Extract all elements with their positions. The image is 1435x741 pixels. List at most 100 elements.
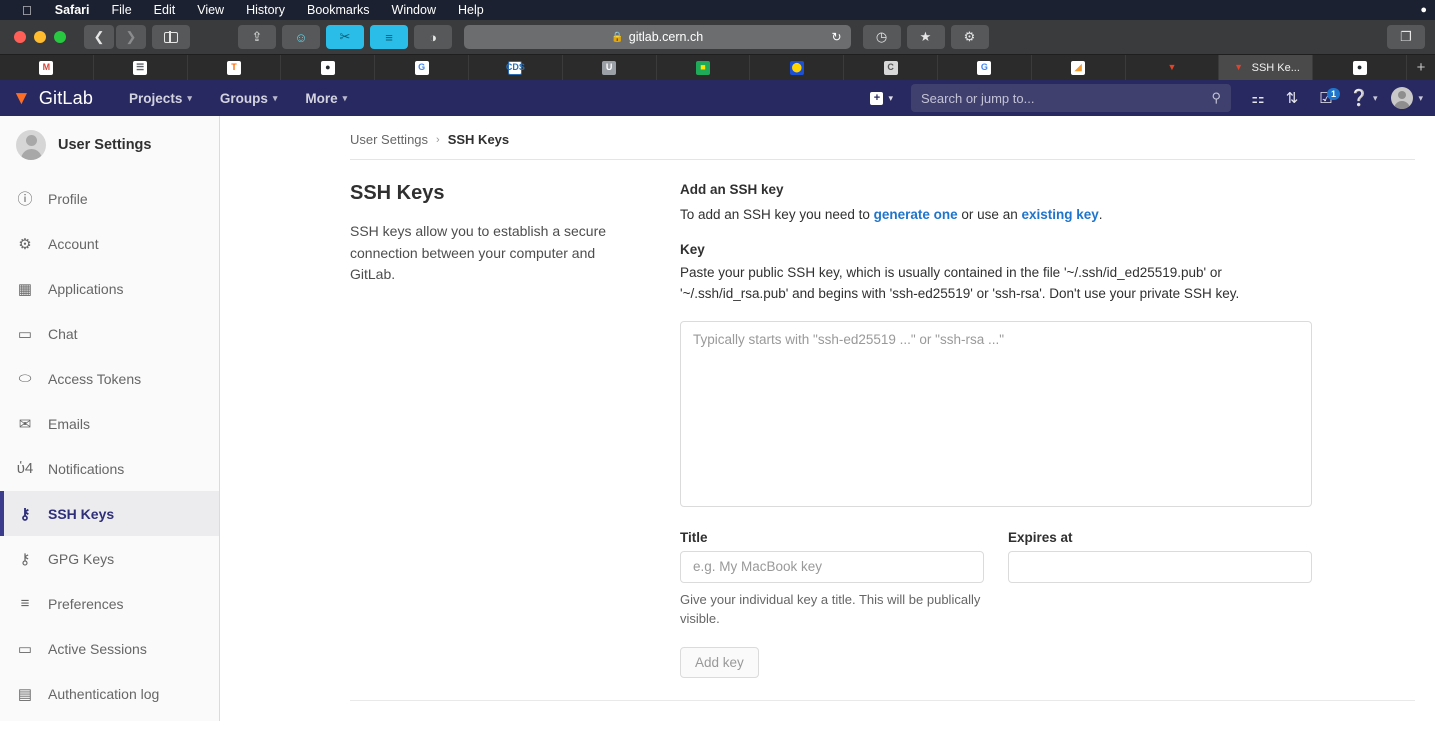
generate-one-link[interactable]: generate one — [874, 207, 958, 222]
back-button[interactable]: ❮ — [84, 25, 114, 49]
c-icon: C — [883, 60, 898, 75]
maximize-window-button[interactable] — [54, 31, 66, 43]
user-menu-dropdown[interactable]: ▾ — [1385, 87, 1423, 109]
monitor-icon: ▭ — [17, 640, 33, 658]
todos-count-badge: 1 — [1327, 88, 1341, 100]
sidebar-item-active-sessions[interactable]: ▭ Active Sessions — [0, 626, 219, 671]
sidebar-item-emails[interactable]: ✉ Emails — [0, 401, 219, 446]
menu-item-help[interactable]: Help — [447, 3, 495, 17]
nav-projects-label: Projects — [129, 90, 183, 106]
browser-tab[interactable]: G — [938, 55, 1032, 80]
apple-icon[interactable]:  — [8, 4, 44, 17]
sidebar-item-label: Applications — [48, 280, 124, 297]
menu-item-safari[interactable]: Safari — [44, 3, 101, 17]
merge-requests-button[interactable]: ⇅ — [1277, 83, 1307, 113]
sidebar-item-preferences[interactable]: ≡ Preferences — [0, 581, 219, 626]
extension-button-2[interactable]: ≡ — [370, 25, 408, 49]
menu-item-history[interactable]: History — [235, 3, 296, 17]
section-divider — [350, 699, 1415, 701]
menu-item-view[interactable]: View — [186, 3, 235, 17]
settings-gear-button[interactable]: ⚙ — [950, 25, 989, 49]
ghostery-extension-button[interactable]: ☺ — [282, 25, 320, 49]
page-body: User Settings ⓘ Profile ⚙ Account ▦ Applicati… — [0, 116, 1435, 721]
breadcrumb-separator-icon: › — [436, 133, 440, 146]
sidebar-item-label: Access Tokens — [48, 370, 142, 387]
sidebar-item-notifications[interactable]: ὑ4 Notifications — [0, 446, 219, 491]
new-tab-button[interactable]: + — [1407, 55, 1435, 80]
status-icon[interactable]: ● — [1416, 4, 1431, 16]
sidebar-item-chat[interactable]: ▭ Chat — [0, 311, 219, 356]
title-input[interactable] — [680, 550, 984, 583]
nav-groups[interactable]: Groups ▾ — [206, 80, 292, 116]
todos-button[interactable]: ☑ 1 — [1311, 83, 1341, 113]
expires-field-label: Expires at — [1008, 529, 1073, 545]
sidebar-item-label: GPG Keys — [48, 550, 115, 567]
browser-tab[interactable]: CDS — [469, 55, 563, 80]
menu-item-window[interactable]: Window — [381, 3, 447, 17]
browser-tab[interactable]: ■ — [657, 55, 751, 80]
browser-tab[interactable]: M — [0, 55, 94, 80]
minimize-window-button[interactable] — [34, 31, 46, 43]
browser-tab[interactable]: T — [188, 55, 282, 80]
sidebar-item-authentication-log[interactable]: ▤ Authentication log — [0, 671, 219, 716]
help-dropdown[interactable]: ❔ ▾ — [1345, 88, 1381, 108]
chevron-down-icon: ▾ — [272, 92, 278, 103]
browser-tab[interactable]: U — [563, 55, 657, 80]
address-bar[interactable]: 🔒 gitlab.cern.ch ↻ — [464, 25, 851, 49]
search-input[interactable]: Search or jump to... ⚲ — [911, 84, 1232, 112]
settings-columns: SSH Keys SSH keys allow you to establish… — [220, 160, 1435, 678]
title-expires-row: Title Give your individual key a title. … — [680, 530, 1312, 629]
nav-more[interactable]: More ▾ — [291, 80, 361, 116]
menu-item-bookmarks[interactable]: Bookmarks — [296, 3, 381, 17]
browser-tab[interactable]: ◢ — [1032, 55, 1126, 80]
title-field-group: Title Give your individual key a title. … — [680, 530, 984, 629]
browser-tab[interactable]: ⬤ — [750, 55, 845, 80]
reader-contrast-button[interactable]: ◑ — [414, 25, 452, 49]
add-key-button[interactable]: Add key — [680, 646, 759, 678]
menu-item-edit[interactable]: Edit — [143, 3, 187, 17]
browser-tab[interactable]: ▼ — [1126, 55, 1220, 80]
sidebar-toggle-button[interactable] — [152, 25, 190, 49]
reload-icon[interactable]: ↻ — [831, 30, 841, 44]
extension-button-1[interactable]: ✂ — [326, 25, 364, 49]
sidebar-item-ssh-keys[interactable]: ⚷ SSH Keys — [0, 491, 219, 536]
share-button[interactable]: ⇪ — [238, 25, 276, 49]
macos-menu-bar:  Safari File Edit View History Bookmark… — [0, 0, 1435, 20]
ssh-key-textarea[interactable] — [680, 320, 1312, 507]
nav-projects[interactable]: Projects ▾ — [115, 80, 206, 116]
browser-tab[interactable]: ▼ SSH Ke... — [1219, 55, 1314, 80]
menu-item-file[interactable]: File — [101, 3, 143, 17]
sidebar-item-gpg-keys[interactable]: ⚷ GPG Keys — [0, 536, 219, 581]
forward-button[interactable]: ❯ — [116, 25, 146, 49]
browser-tab[interactable]: C — [844, 55, 938, 80]
breadcrumb-parent[interactable]: User Settings — [350, 132, 428, 147]
browser-tab[interactable]: G — [375, 55, 469, 80]
applications-grid-icon: ▦ — [17, 280, 33, 298]
expires-at-input[interactable] — [1008, 550, 1312, 583]
sidebar-item-access-tokens[interactable]: ⬭ Access Tokens — [0, 356, 219, 401]
gitlab-home-link[interactable]: ▼ GitLab — [12, 88, 93, 109]
navbar-right-group: + ▾ Search or jump to... ⚲ ⚏ ⇅ ☑ 1 ❔ ▾ ▾ — [864, 83, 1423, 113]
sidebar-item-usage-quotas[interactable]: ◔Usage Quotas — [0, 716, 219, 721]
cds-icon: CDS — [506, 60, 525, 75]
close-window-button[interactable] — [14, 31, 26, 43]
sidebar-item-applications[interactable]: ▦ Applications — [0, 266, 219, 311]
chat-bubble-icon: ▭ — [17, 325, 33, 343]
tab-overview-button[interactable]: ❐ — [1387, 25, 1425, 49]
browser-tab[interactable]: ● — [1313, 55, 1407, 80]
intro-prefix: To add an SSH key you need to — [680, 207, 874, 222]
sidebar-item-label: Emails — [48, 415, 91, 432]
browser-tab[interactable]: ● — [281, 55, 376, 80]
bookmarks-button[interactable]: ★ — [906, 25, 945, 49]
page-title: SSH Keys — [350, 182, 445, 204]
title-field-help: Give your individual key a title. This w… — [680, 591, 981, 627]
issues-button[interactable]: ⚏ — [1243, 83, 1273, 113]
sidebar-item-profile[interactable]: ⓘ Profile — [0, 176, 219, 221]
u-icon: U — [602, 60, 617, 75]
history-button[interactable]: ◷ — [862, 25, 901, 49]
existing-key-link[interactable]: existing key — [1021, 207, 1098, 222]
sidebar-item-account[interactable]: ⚙ Account — [0, 221, 219, 266]
browser-tab[interactable]: ☰ — [94, 55, 188, 80]
new-item-dropdown[interactable]: + ▾ — [864, 91, 899, 105]
github-icon: ● — [1352, 60, 1367, 75]
